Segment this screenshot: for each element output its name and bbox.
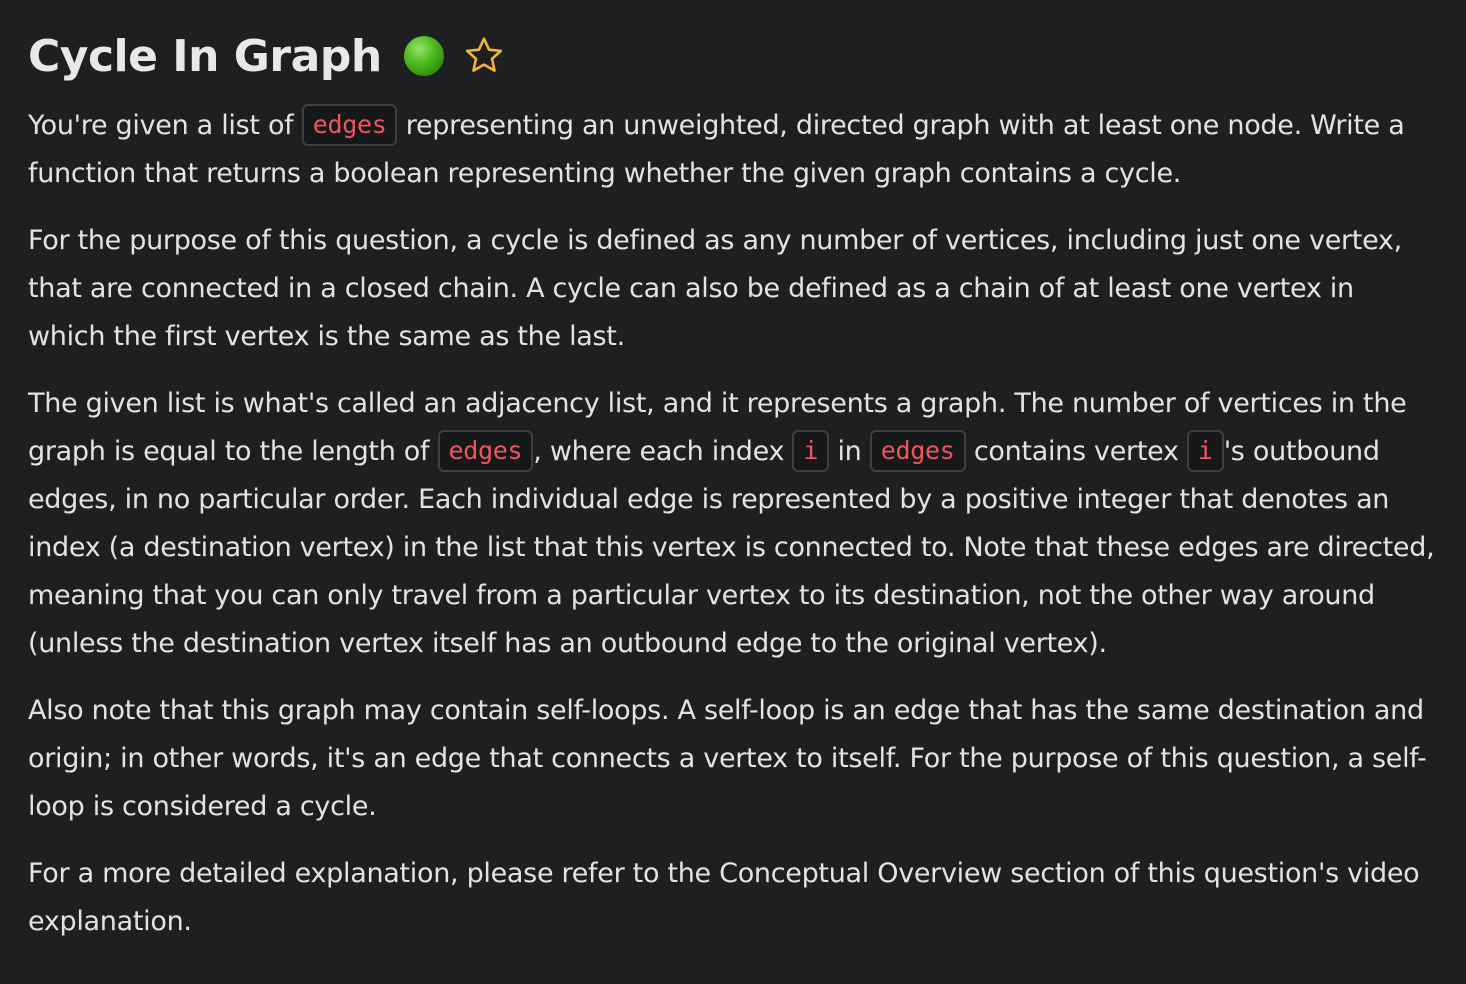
inline-code-edges: edges: [869, 430, 966, 472]
question-page: Cycle In Graph You're given a list of ed…: [0, 0, 1466, 946]
question-title: Cycle In Graph: [28, 30, 382, 82]
difficulty-indicator-icon: [403, 36, 444, 76]
p3-text-d: contains vertex: [973, 436, 1179, 467]
p3-text-e: 's outbound edges, in no particular orde…: [28, 436, 1435, 659]
inline-code-i: i: [792, 430, 830, 472]
description-paragraph-2: For the purpose of this question, a cycl…: [28, 225, 1402, 352]
p3-text-c: in: [837, 436, 862, 467]
p1-text-a: You're given a list of: [28, 110, 294, 141]
description-paragraph-5: For a more detailed explanation, please …: [28, 858, 1420, 937]
inline-code-edges: edges: [301, 104, 398, 146]
title-row: Cycle In Graph: [28, 22, 1438, 90]
description-paragraph-3: The given list is what's called an adjac…: [28, 380, 1438, 668]
inline-code-i: i: [1186, 430, 1224, 472]
description-paragraph-4: Also note that this graph may contain se…: [28, 695, 1427, 822]
p3-text-b: , where each index: [533, 436, 785, 467]
inline-code-edges: edges: [437, 430, 534, 472]
star-outline-icon[interactable]: [462, 34, 506, 78]
description-paragraph-1: You're given a list of edges representin…: [28, 102, 1438, 198]
